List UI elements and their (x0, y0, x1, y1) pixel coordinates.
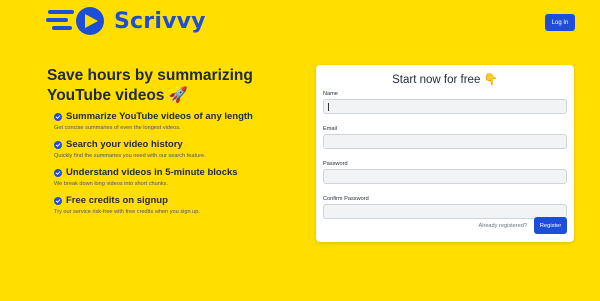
feature-title: Search your video history (66, 139, 183, 150)
logo-play-icon (46, 7, 104, 35)
confirm-password-label: Confirm Password (323, 196, 369, 202)
email-label: Email (323, 126, 337, 132)
login-button[interactable]: Log In (545, 14, 575, 31)
signup-title: Start now for free 👇 (392, 74, 498, 86)
name-input[interactable] (323, 99, 567, 114)
check-circle-icon (54, 196, 62, 205)
feature-description: Try our service risk-free with free cred… (54, 209, 200, 215)
feature-description: Quickly find the summaries you need with… (54, 153, 206, 159)
already-registered-link[interactable]: Already registered? (478, 223, 527, 229)
password-input[interactable] (323, 169, 567, 184)
feature-title: Free credits on signup (66, 195, 168, 206)
feature-item: Understand videos in 5-minute blocks We … (54, 167, 307, 187)
feature-item: Summarize YouTube videos of any length G… (54, 111, 307, 131)
logo[interactable]: Scrivvy (46, 6, 206, 36)
form-footer: Already registered? Register (478, 217, 567, 234)
feature-item: Free credits on signup Try our service r… (54, 195, 307, 215)
text-cursor (328, 103, 329, 111)
check-circle-icon (54, 112, 62, 121)
feature-description: Get concise summaries of even the longes… (54, 125, 181, 131)
register-button[interactable]: Register (534, 217, 567, 234)
name-label: Name (323, 91, 338, 97)
password-label: Password (323, 161, 348, 167)
hero-title: Save hours by summarizing YouTube videos… (47, 67, 253, 104)
hero-section: Save hours by summarizing YouTube videos… (47, 66, 307, 215)
feature-item: Search your video history Quickly find t… (54, 139, 307, 159)
email-input[interactable] (323, 134, 567, 149)
check-circle-icon (54, 168, 62, 177)
signup-card: Start now for free 👇 Name Email Password… (316, 65, 574, 242)
feature-title: Understand videos in 5-minute blocks (66, 167, 238, 178)
check-circle-icon (54, 140, 62, 149)
logo-text: Scrivvy (114, 8, 206, 34)
feature-title: Summarize YouTube videos of any length (66, 111, 253, 122)
feature-description: We break down long videos into short chu… (54, 181, 169, 187)
